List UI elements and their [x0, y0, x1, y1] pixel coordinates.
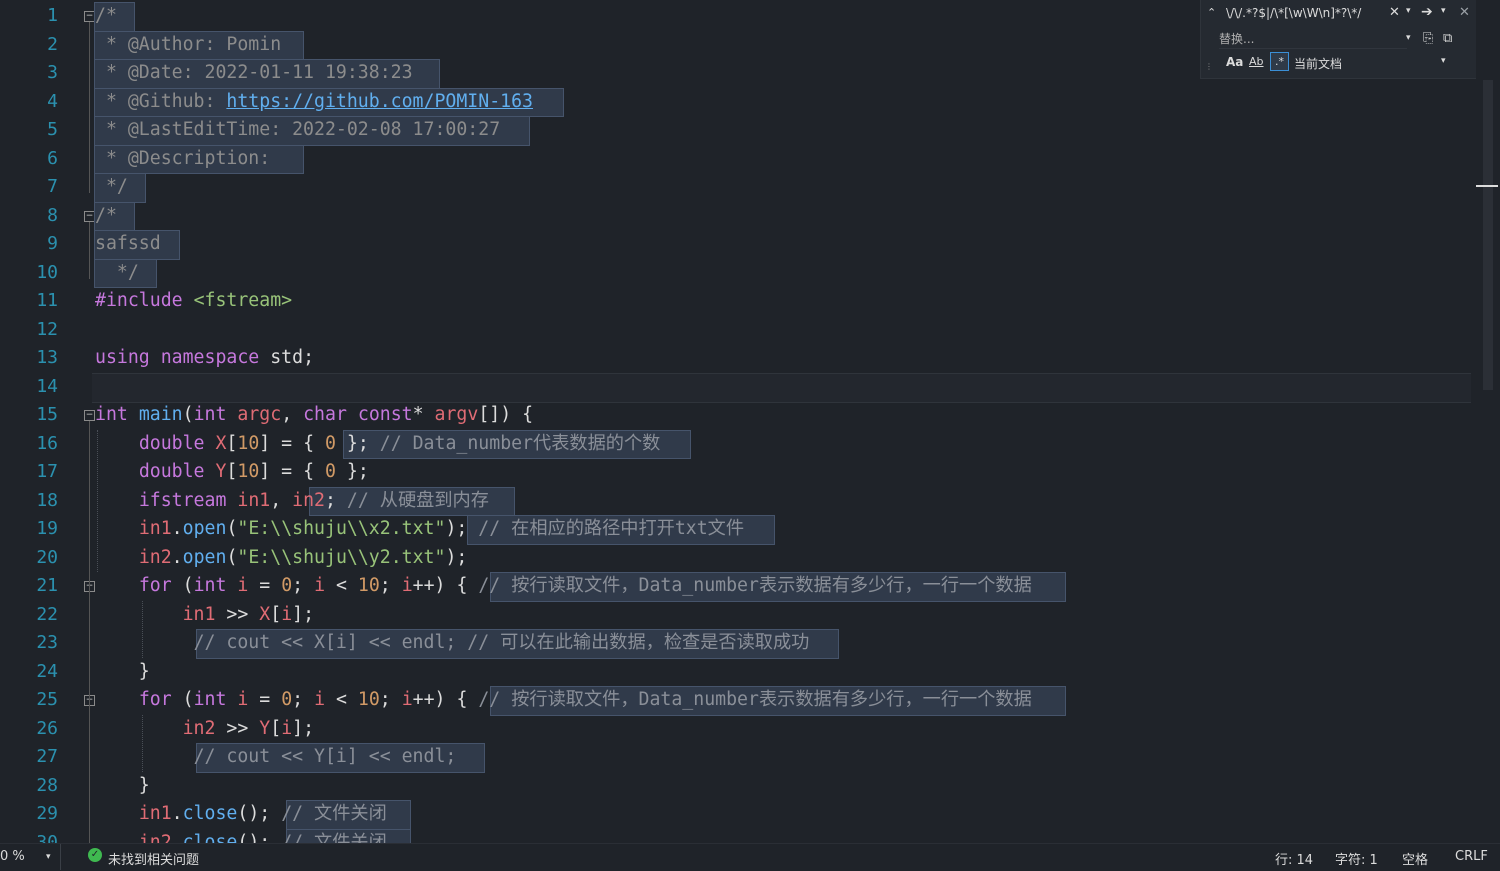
line-number: 24 [36, 660, 58, 682]
code-line[interactable]: /* [95, 202, 117, 231]
code-line[interactable]: in2.close(); // 文件关闭 [95, 829, 387, 844]
close-find-panel-icon[interactable]: ✕ [1459, 5, 1470, 20]
line-number: 28 [36, 774, 58, 796]
line-number: 27 [36, 746, 58, 767]
find-next-arrow-icon[interactable]: ➔ [1421, 4, 1433, 20]
line-number: 10 [36, 261, 58, 283]
whole-word-toggle[interactable]: Ab [1249, 55, 1264, 68]
code-line[interactable]: in1 >> X[i]; [95, 601, 314, 630]
line-number: 11 [36, 290, 58, 311]
code-line[interactable]: * @LastEditTime: 2022-02-08 17:00:27 [95, 116, 500, 145]
replace-next-icon[interactable]: ⎘ [1423, 31, 1433, 46]
replace-all-icon[interactable]: ⧉ [1443, 31, 1452, 46]
scope-dropdown-icon[interactable]: ▾ [1441, 56, 1446, 66]
line-number: 1 [47, 5, 58, 26]
fold-toggle-icon[interactable]: − [84, 410, 95, 421]
line-number: 13 [36, 347, 58, 368]
code-line[interactable]: int main(int argc, char const* argv[]) { [95, 401, 533, 430]
line-number: 7 [47, 176, 58, 197]
replace-input[interactable]: 替换... [1219, 30, 1407, 49]
code-line[interactable]: // cout << X[i] << endl; // 可以在此输出数据，检查是… [95, 629, 810, 658]
line-number: 2 [47, 33, 58, 55]
code-line[interactable]: * @Description: [95, 145, 281, 174]
current-line-highlight [92, 372, 1471, 403]
replace-history-dropdown-icon[interactable]: ▾ [1406, 33, 1411, 43]
line-number: 25 [36, 689, 58, 710]
zoom-dropdown-icon[interactable]: ▾ [46, 852, 51, 862]
line-number: 6 [47, 147, 58, 169]
code-line[interactable]: } [95, 658, 150, 687]
line-number: 23 [36, 632, 58, 653]
code-line[interactable]: */ [95, 173, 128, 202]
issues-status[interactable]: 未找到相关问题 [108, 849, 199, 868]
char-indicator[interactable]: 字符: 1 [1335, 849, 1378, 868]
scrollbar-caret-marker [1476, 185, 1498, 187]
code-line[interactable]: * @Github: https://github.com/POMIN-163 [95, 88, 533, 117]
line-number: 5 [47, 119, 58, 140]
search-history-dropdown-icon[interactable]: ▾ [1406, 6, 1411, 16]
line-number: 29 [36, 803, 58, 824]
line-number-gutter: 1 2 3 4 5 6 7 8 9 10 11 12 13 14 15 16 17 18 19 20 21 22 23 24 2… [0, 0, 95, 844]
panel-resize-grip-icon[interactable]: ⋮ [1205, 62, 1213, 71]
line-number: 17 [36, 461, 58, 482]
code-line[interactable]: in2.open("E:\\shuju\\y2.txt"); [95, 544, 468, 573]
line-number: 12 [36, 318, 58, 340]
clear-search-icon[interactable]: ✕ [1389, 5, 1400, 20]
search-input[interactable]: \/\/.*?$|/\*[\w\W\n]*?\*/ [1226, 6, 1376, 20]
line-number: 22 [36, 603, 58, 625]
code-line[interactable]: * @Date: 2022-01-11 19:38:23 [95, 59, 413, 88]
line-number: 19 [36, 518, 58, 539]
code-line[interactable]: in2 >> Y[i]; [95, 715, 314, 744]
zoom-level-select[interactable]: 0 % [0, 849, 25, 864]
code-line[interactable]: // cout << Y[i] << endl; [95, 743, 457, 772]
find-options-dropdown-icon[interactable]: ▾ [1441, 6, 1446, 16]
code-line[interactable]: in1.open("E:\\shuju\\x2.txt"); // 在相应的路径… [95, 515, 744, 544]
code-line[interactable]: safssd [95, 230, 161, 259]
fold-region-line [89, 22, 90, 193]
code-editor[interactable]: 1 2 3 4 5 6 7 8 9 10 11 12 13 14 15 16 17 18 19 20 21 22 23 24 2… [0, 0, 1475, 843]
scrollbar-thumb[interactable] [1483, 80, 1493, 390]
code-line[interactable]: for (int i = 0; i < 10; i++) { // 按行读取文件… [95, 572, 1032, 601]
line-number: 30 [36, 831, 58, 844]
code-line[interactable]: using namespace std; [95, 344, 314, 373]
regex-toggle[interactable]: .* [1270, 52, 1289, 71]
status-divider [60, 844, 61, 870]
line-number: 26 [36, 717, 58, 739]
fold-region-line [89, 221, 90, 279]
code-line[interactable]: for (int i = 0; i < 10; i++) { // 按行读取文件… [95, 686, 1032, 715]
code-line[interactable]: #include <fstream> [95, 287, 292, 316]
line-ending-indicator[interactable]: CRLF [1455, 849, 1488, 864]
status-bar: 0 % ▾ ✓ 未找到相关问题 行: 14 字符: 1 空格 CRLF [0, 843, 1500, 871]
code-line[interactable]: /* [95, 2, 117, 31]
line-number: 21 [36, 575, 58, 596]
code-line[interactable]: double Y[10] = { 0 }; [95, 458, 369, 487]
code-line[interactable]: */ [95, 259, 139, 288]
whitespace-indicator[interactable]: 空格 [1402, 849, 1428, 868]
find-replace-panel: ⌃ \/\/.*?$|/\*[\w\W\n]*?\*/ ✕ ▾ ➔ ▾ ✕ 替换… [1200, 0, 1476, 79]
line-indicator[interactable]: 行: 14 [1275, 849, 1313, 868]
check-circle-icon: ✓ [88, 848, 102, 862]
line-number: 18 [36, 489, 58, 511]
toggle-replace-chevron-icon[interactable]: ⌃ [1207, 6, 1216, 19]
line-number: 8 [47, 204, 58, 226]
code-line[interactable]: * @Author: Pomin [95, 31, 281, 60]
line-number: 14 [36, 375, 58, 397]
line-number: 15 [36, 404, 58, 425]
match-case-toggle[interactable]: Aa [1226, 55, 1243, 69]
code-line[interactable]: } [95, 772, 150, 801]
fold-region-line [89, 421, 90, 843]
line-number: 3 [47, 62, 58, 83]
code-line[interactable]: double X[10] = { 0 }; // Data_number代表数据… [95, 430, 661, 459]
line-number: 16 [36, 432, 58, 454]
line-number: 20 [36, 546, 58, 568]
search-scope-select[interactable]: 当前文档 [1294, 55, 1342, 72]
code-line[interactable]: in1.close(); // 文件关闭 [95, 800, 387, 829]
line-number: 9 [47, 233, 58, 254]
code-line[interactable]: ifstream in1, in2; // 从硬盘到内存 [95, 487, 489, 516]
line-number: 4 [47, 90, 58, 112]
